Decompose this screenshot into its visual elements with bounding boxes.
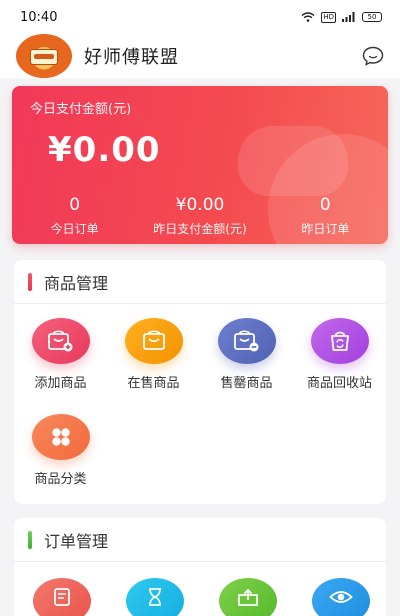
grid-label: 商品回收站 bbox=[306, 376, 372, 391]
battery-icon: 50 bbox=[362, 12, 382, 22]
stat-value: ¥0.00 bbox=[175, 195, 225, 215]
hd-indicator: HD bbox=[321, 11, 336, 23]
grid-label: 售罄商品 bbox=[220, 376, 273, 391]
product-category-button[interactable]: 商品分类 bbox=[14, 414, 107, 510]
signal-icon bbox=[342, 12, 355, 22]
today-revenue-label: 今日支付金额(元) bbox=[30, 102, 132, 117]
section-title: 商品管理 bbox=[44, 273, 109, 293]
add-product-button[interactable]: 添加商品 bbox=[14, 318, 107, 414]
product-recycle-bin-button[interactable]: 商品回收站 bbox=[293, 318, 386, 414]
stat-label: 今日订单 bbox=[50, 222, 99, 236]
add-product-icon bbox=[31, 318, 90, 364]
on-sale-icon bbox=[124, 318, 183, 364]
view-eye-icon[interactable] bbox=[312, 578, 370, 616]
order-list-icon[interactable] bbox=[33, 578, 91, 616]
shipping-box-icon[interactable] bbox=[219, 578, 277, 616]
product-management-section: 商品管理 添加商品 在售商品 售罄商品 商品回收站 商品分类 bbox=[14, 260, 386, 504]
store-name: 好师傅联盟 bbox=[84, 47, 179, 68]
decorative-bag bbox=[238, 126, 348, 196]
status-time: 10:40 bbox=[20, 9, 58, 25]
stat-yesterday-revenue[interactable]: ¥0.00 昨日支付金额(元) bbox=[137, 194, 262, 237]
product-grid: 添加商品 在售商品 售罄商品 商品回收站 商品分类 bbox=[14, 304, 386, 510]
stat-value: 0 bbox=[319, 195, 331, 215]
revenue-card: 今日支付金额(元) ¥0.00 0 今日订单 ¥0.00 昨日支付金额(元) 0… bbox=[12, 86, 388, 244]
store-avatar[interactable] bbox=[16, 34, 72, 78]
on-sale-products-button[interactable]: 在售商品 bbox=[107, 318, 200, 414]
recycle-bin-icon bbox=[310, 318, 369, 364]
section-title: 订单管理 bbox=[44, 531, 109, 551]
stat-value: 0 bbox=[69, 195, 81, 215]
stat-yesterday-orders[interactable]: 0 昨日订单 bbox=[263, 194, 388, 237]
revenue-stats: 0 今日订单 ¥0.00 昨日支付金额(元) 0 昨日订单 bbox=[12, 194, 388, 237]
section-header: 订单管理 bbox=[14, 518, 386, 562]
grid-label: 添加商品 bbox=[34, 376, 87, 391]
stat-today-orders[interactable]: 0 今日订单 bbox=[12, 194, 137, 237]
sold-out-icon bbox=[217, 318, 276, 364]
stat-label: 昨日订单 bbox=[301, 222, 350, 236]
grid-label: 商品分类 bbox=[34, 472, 87, 487]
pending-hourglass-icon[interactable] bbox=[126, 578, 184, 616]
today-revenue-amount: ¥0.00 bbox=[48, 130, 161, 170]
grid-label: 在售商品 bbox=[127, 376, 180, 391]
section-accent-bar bbox=[28, 530, 32, 549]
stat-label: 昨日支付金额(元) bbox=[153, 222, 247, 236]
section-accent-bar bbox=[28, 272, 32, 291]
app-header: 好师傅联盟 bbox=[0, 34, 400, 78]
wifi-icon bbox=[301, 12, 315, 22]
status-icons: HD 50 bbox=[301, 11, 382, 23]
section-header: 商品管理 bbox=[14, 260, 386, 304]
store-logo bbox=[30, 49, 58, 65]
sold-out-products-button[interactable]: 售罄商品 bbox=[200, 318, 293, 414]
category-icon bbox=[31, 414, 90, 460]
chat-bubble-icon[interactable] bbox=[362, 46, 384, 66]
status-bar: 10:40 HD 50 bbox=[0, 0, 400, 34]
